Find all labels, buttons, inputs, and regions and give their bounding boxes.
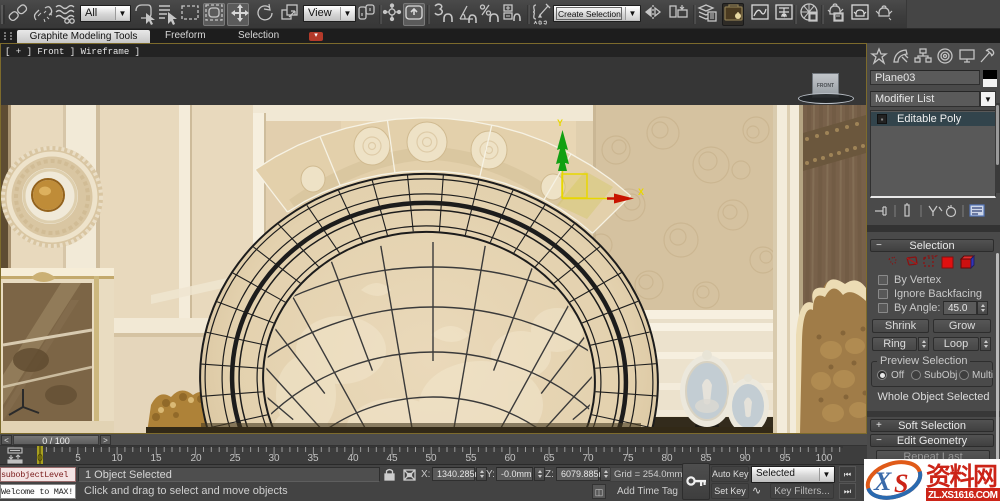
svg-text:资料网: 资料网 [926,463,998,491]
svg-text:S: S [894,469,908,498]
svg-text:ZL.XS1616.COM: ZL.XS1616.COM [928,490,998,501]
svg-text:Y: Y [557,118,563,128]
svg-text:X: X [638,187,644,197]
svg-text:X: X [873,467,892,496]
